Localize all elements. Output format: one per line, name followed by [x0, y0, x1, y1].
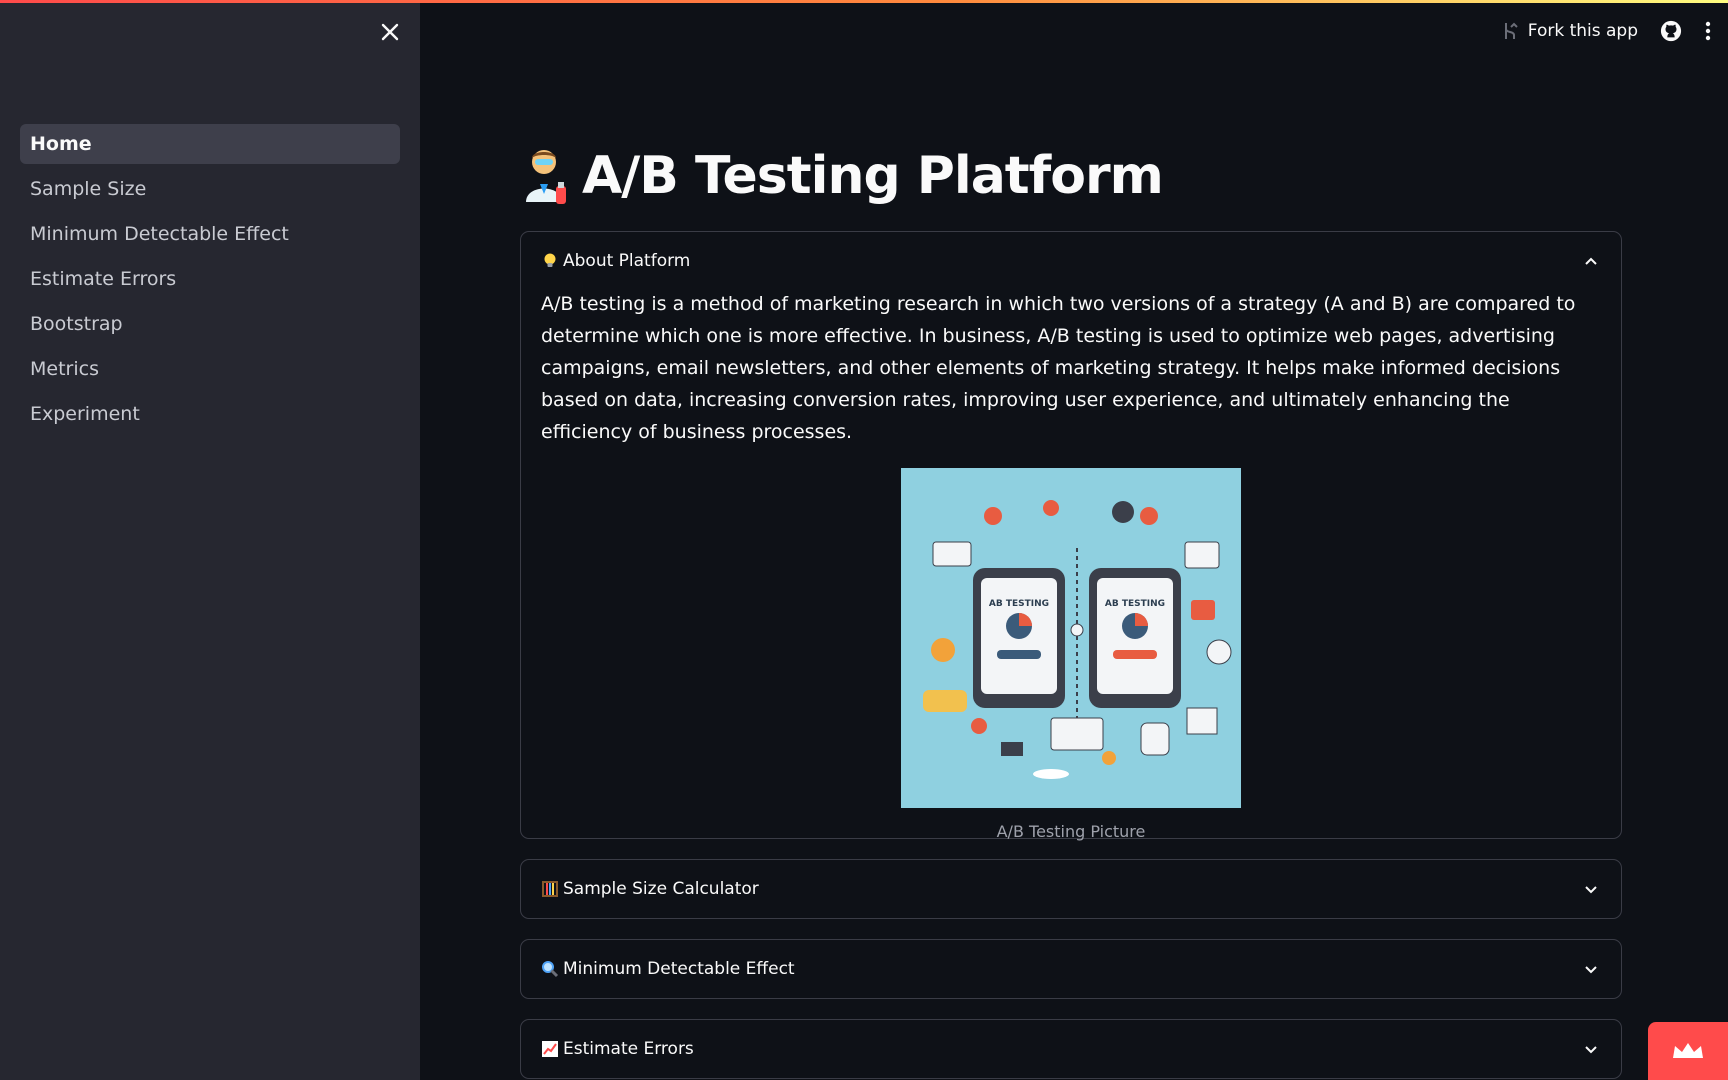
ab-testing-illustration: AB TESTING AB TESTING	[901, 468, 1241, 808]
expander-title: Minimum Detectable Effect	[563, 959, 795, 979]
fork-app-button[interactable]: Fork this app	[1502, 21, 1638, 41]
github-button[interactable]	[1660, 20, 1682, 42]
fork-icon	[1504, 22, 1518, 39]
sidebar-item-bootstrap[interactable]: Bootstrap	[20, 304, 400, 344]
sidebar-item-sample-size[interactable]: Sample Size	[20, 169, 400, 209]
main-menu-button[interactable]	[1704, 20, 1712, 42]
expander-estimate-errors: Estimate Errors	[520, 1019, 1622, 1079]
image-caption: A/B Testing Picture	[996, 822, 1146, 841]
lightbulb-icon	[541, 252, 559, 270]
page-title: A/B Testing Platform	[582, 146, 1164, 206]
chevron-down-icon	[1585, 886, 1597, 894]
expander-estimate-errors-header[interactable]: Estimate Errors	[521, 1020, 1621, 1078]
ab-testing-picture: AB TESTING AB TESTING	[901, 468, 1241, 808]
expander-about-platform-header[interactable]: About Platform	[521, 232, 1621, 290]
image-text-right: AB TESTING	[1105, 599, 1165, 609]
github-icon	[1660, 20, 1682, 42]
title-row: A/B Testing Platform	[520, 146, 1164, 206]
sidebar-item-minimum-detectable-effect[interactable]: Minimum Detectable Effect	[20, 214, 400, 254]
sidebar-item-home[interactable]: Home	[20, 124, 400, 164]
more-vertical-icon	[1705, 21, 1711, 41]
expander-title: About Platform	[563, 251, 691, 271]
chevron-down-icon	[1585, 966, 1597, 974]
expander-sample-size-header[interactable]: Sample Size Calculator	[521, 860, 1621, 918]
chart-increasing-icon	[541, 1040, 559, 1058]
expander-title: Estimate Errors	[563, 1039, 694, 1059]
close-icon	[381, 23, 399, 41]
header-actions: Fork this app	[1502, 16, 1712, 46]
expander-minimum-detectable-effect: Minimum Detectable Effect	[520, 939, 1622, 999]
sidebar-nav: Home Sample Size Minimum Detectable Effe…	[20, 124, 400, 439]
expander-about-platform-body: A/B testing is a method of marketing res…	[521, 288, 1621, 841]
crown-icon	[1673, 1043, 1703, 1058]
expander-about-platform: About Platform A/B testing is a method o…	[520, 231, 1622, 841]
hosted-badge[interactable]	[1648, 1022, 1728, 1080]
chevron-up-icon	[1585, 257, 1597, 265]
scientist-icon	[526, 150, 566, 204]
top-decoration-bar	[0, 0, 1728, 3]
expander-title: Sample Size Calculator	[563, 879, 759, 899]
magnifier-icon	[541, 960, 559, 978]
sidebar-close-button[interactable]	[378, 20, 402, 44]
sidebar-item-metrics[interactable]: Metrics	[20, 349, 400, 389]
ab-testing-figure: AB TESTING AB TESTING A/B Testing Pictur…	[901, 468, 1241, 841]
about-platform-text: A/B testing is a method of marketing res…	[541, 293, 1576, 443]
fork-app-label: Fork this app	[1527, 21, 1638, 41]
sidebar: Home Sample Size Minimum Detectable Effe…	[0, 0, 420, 1080]
abacus-icon	[541, 880, 559, 898]
chevron-down-icon	[1585, 1046, 1597, 1054]
expander-sample-size-calculator: Sample Size Calculator	[520, 859, 1622, 919]
sidebar-item-experiment[interactable]: Experiment	[20, 394, 400, 434]
expander-mde-header[interactable]: Minimum Detectable Effect	[521, 940, 1621, 998]
sidebar-item-estimate-errors[interactable]: Estimate Errors	[20, 259, 400, 299]
image-text-left: AB TESTING	[989, 599, 1049, 609]
